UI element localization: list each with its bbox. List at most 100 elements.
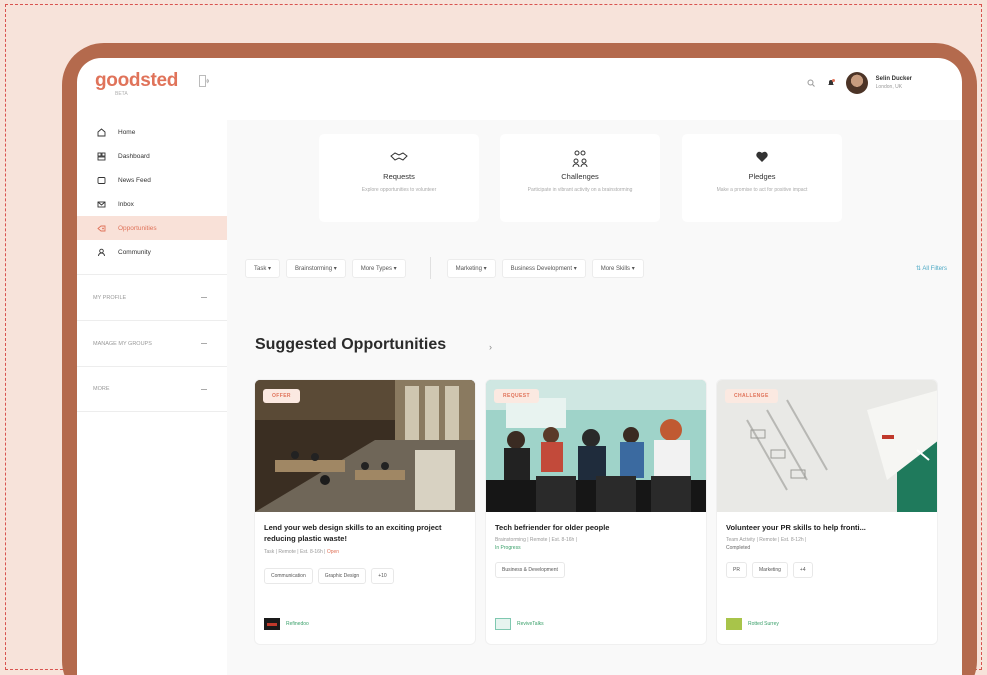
card-tags: PR Marketing +4: [717, 552, 937, 579]
opportunities-icon: [97, 225, 106, 231]
category-title: Pledges: [748, 172, 776, 181]
org-name: Rotted Surrey: [748, 621, 779, 627]
inbox-icon: [97, 201, 106, 207]
sidebar-section-label: MY PROFILE: [93, 294, 127, 301]
card-status-open: Open: [326, 548, 340, 555]
skill-tag[interactable]: Graphic Design: [317, 567, 367, 584]
all-filters-button[interactable]: ⇅ All Filters: [916, 265, 947, 272]
skill-tag[interactable]: Communication: [264, 567, 313, 584]
header-user-area: Selin Ducker London, UK: [806, 72, 912, 94]
card-title: Lend your web design skills to an exciti…: [264, 523, 442, 544]
collapse-icon: [201, 297, 207, 298]
opportunity-image-audience: REQUEST: [486, 380, 706, 512]
opportunity-card-request[interactable]: REQUEST Tech befriender for older people…: [485, 379, 707, 645]
org-name: Refinedoo: [286, 621, 309, 627]
news-feed-icon: [97, 176, 106, 184]
skill-tag[interactable]: PR: [726, 562, 747, 579]
category-description: Explore opportunities to volunteer: [361, 187, 437, 193]
sidebar-item-community[interactable]: Community: [77, 240, 227, 264]
user-avatar[interactable]: [845, 72, 868, 94]
sidebar-item-label: News Feed: [118, 176, 151, 184]
org-logo: [495, 618, 511, 630]
skill-tag[interactable]: Marketing: [751, 562, 788, 579]
card-status: In Progress: [495, 545, 521, 552]
org-logo: [726, 618, 742, 630]
sidebar: Home Dashboard News Feed Inbox Opportuni…: [77, 120, 227, 675]
filter-chip-business-development[interactable]: Business Development ▾: [501, 258, 586, 278]
chevron-right-icon[interactable]: ›: [489, 342, 492, 352]
filter-chip-more-skills[interactable]: More Skills ▾: [591, 258, 644, 278]
sidebar-item-label: Dashboard: [118, 152, 150, 160]
sidebar-section-my-profile[interactable]: MY PROFILE: [77, 274, 227, 320]
skill-tag[interactable]: +4: [792, 562, 813, 579]
dashboard-icon: [97, 152, 106, 160]
sidebar-item-opportunities[interactable]: Opportunities: [77, 216, 227, 240]
org-logo: [264, 618, 280, 630]
collapse-icon: [201, 388, 207, 390]
card-meta: Team Activity | Remote | Est. 8-12h |: [726, 537, 807, 544]
home-icon: [97, 127, 106, 136]
sidebar-item-home[interactable]: Home: [77, 120, 227, 144]
filter-divider: [429, 257, 431, 279]
notifications-icon[interactable]: [826, 78, 836, 88]
search-icon[interactable]: [806, 78, 816, 88]
category-description: Participate in vibrant activity on a bra…: [527, 187, 633, 193]
sidebar-item-label: Opportunities: [118, 224, 157, 232]
user-location: London, UK: [875, 84, 903, 90]
heart-hand-icon: [682, 150, 842, 168]
card-meta: Brainstorming | Remote | Est. 8-16h |: [495, 537, 577, 544]
filter-bar: Task ▾ Brainstorming ▾ More Types ▾ Mark…: [245, 255, 962, 281]
category-title: Requests: [383, 172, 415, 181]
sidebar-item-inbox[interactable]: Inbox: [77, 192, 227, 216]
card-meta: Task | Remote | Est. 8-16h | Open: [255, 545, 475, 556]
filter-chip-task[interactable]: Task ▾: [245, 258, 281, 278]
sidebar-item-label: Home: [118, 128, 136, 136]
category-title: Challenges: [561, 172, 599, 181]
sidebar-item-news-feed[interactable]: News Feed: [77, 168, 227, 192]
logo[interactable]: goodsted BETA: [95, 70, 178, 97]
card-type-badge: CHALLENGE: [725, 389, 778, 403]
category-description: Make a promise to act for positive impac…: [716, 187, 808, 193]
sidebar-collapse-icon[interactable]: [199, 74, 210, 87]
logo-wordmark: goodsted: [95, 70, 179, 91]
opportunity-image-sketch: CHALLENGE: [717, 380, 937, 512]
category-card-pledges[interactable]: Pledges Make a promise to act for positi…: [682, 134, 842, 222]
sidebar-section-label: MORE: [93, 386, 110, 392]
opportunity-image-coworking: OFFER: [255, 380, 475, 512]
sidebar-item-label: Community: [118, 248, 151, 256]
card-meta-text: Task | Remote | Est. 8-16h |: [264, 548, 327, 555]
filter-chip-more-types[interactable]: More Types ▾: [351, 258, 406, 278]
card-tags: Communication Graphic Design +10: [255, 556, 475, 584]
sidebar-section-manage-groups[interactable]: MANAGE MY GROUPS: [77, 320, 227, 366]
sidebar-item-dashboard[interactable]: Dashboard: [77, 144, 227, 168]
collapse-icon: [201, 343, 207, 344]
category-card-challenges[interactable]: Challenges Participate in vibrant activi…: [500, 134, 660, 222]
card-type-badge: REQUEST: [494, 389, 539, 403]
team-icon: [500, 150, 660, 168]
opportunity-card-offer[interactable]: OFFER Lend your web design skills to an …: [254, 379, 476, 645]
user-name: Selin Ducker: [875, 76, 912, 82]
community-icon: [98, 248, 105, 256]
org-name: ReviveTalks: [517, 621, 544, 627]
filter-chip-marketing[interactable]: Marketing ▾: [446, 258, 496, 278]
handshake-icon: [319, 150, 479, 168]
card-title: Volunteer your PR skills to help fronti.…: [726, 523, 866, 532]
card-organization[interactable]: Refinedoo: [264, 618, 309, 630]
opportunity-card-challenge[interactable]: CHALLENGE Volunteer your PR skills to he…: [716, 379, 938, 645]
filter-chip-brainstorming[interactable]: Brainstorming ▾: [286, 258, 346, 278]
app-screen: goodsted BETA Selin Ducker London, UK Ho…: [77, 58, 962, 675]
section-title: Suggested Opportunities: [255, 336, 447, 353]
sidebar-section-label: MANAGE MY GROUPS: [93, 340, 152, 347]
category-card-requests[interactable]: Requests Explore opportunities to volunt…: [319, 134, 479, 222]
card-organization[interactable]: Rotted Surrey: [726, 618, 779, 630]
card-type-badge: OFFER: [263, 389, 300, 403]
sidebar-item-label: Inbox: [118, 200, 134, 208]
sidebar-section-more[interactable]: MORE: [77, 366, 227, 412]
skill-tag[interactable]: Business & Development: [495, 562, 565, 579]
card-organization[interactable]: ReviveTalks: [495, 618, 544, 630]
card-tags: Business & Development: [486, 552, 706, 579]
card-title: Tech befriender for older people: [495, 523, 610, 532]
main-content: Requests Explore opportunities to volunt…: [227, 120, 962, 675]
skill-tag[interactable]: +10: [371, 567, 394, 584]
user-info[interactable]: Selin Ducker London, UK: [876, 76, 912, 90]
